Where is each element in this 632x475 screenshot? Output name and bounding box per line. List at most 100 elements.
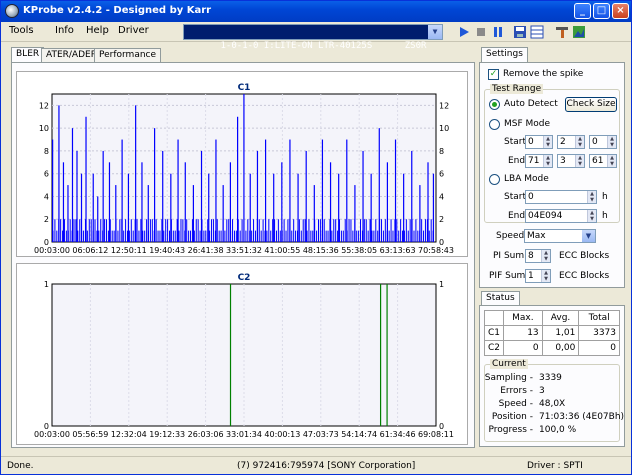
x-tick-label: 63:13:63: [380, 246, 416, 255]
current-group: Current Sampling - 3339 Errors - 3 Speed…: [484, 359, 624, 442]
pif-sum-label: PIF Sum: [489, 271, 526, 281]
y-tick-label-right: 8: [439, 147, 444, 156]
msf-start-sec-value: 2: [560, 137, 566, 147]
table-header-cell: Total: [578, 310, 620, 326]
chevron-down-icon[interactable]: ▼: [428, 25, 442, 39]
remove-spike-label: Remove the spike: [503, 69, 584, 79]
x-tick-label: 55:38:05: [341, 246, 377, 255]
lba-end-value: 04E094: [528, 211, 563, 221]
minimize-button[interactable]: _: [574, 3, 591, 19]
x-tick-label: 12:32:04: [111, 430, 147, 439]
spinner-icon[interactable]: ▲ ▼: [543, 136, 552, 148]
tab-settings[interactable]: Settings: [481, 47, 528, 62]
x-tick-label: 61:34:46: [380, 430, 416, 439]
x-tick-label: 69:08:11: [418, 430, 454, 439]
chart-title: C1: [238, 83, 251, 93]
menu-help[interactable]: Help: [86, 25, 109, 36]
settings-body: ✓ Remove the spike Test Range Auto Detec…: [479, 62, 625, 288]
pif-sum-field[interactable]: 1 ▲ ▼: [525, 269, 551, 283]
test-range-label: Test Range: [490, 84, 544, 94]
lba-mode-radio[interactable]: [489, 174, 500, 185]
check-size-button[interactable]: Check Size: [565, 97, 617, 112]
msf-end-min-field[interactable]: 71 ▲ ▼: [525, 154, 553, 168]
msf-start-label: Start: [504, 137, 526, 147]
x-tick-label: 47:03:73: [303, 430, 339, 439]
y-tick-label-right: 10: [439, 124, 449, 133]
auto-detect-radio[interactable]: [489, 99, 500, 110]
spinner-icon[interactable]: ▲ ▼: [607, 136, 616, 148]
pi-sum-value: 8: [528, 251, 534, 261]
lba-start-value: 0: [528, 192, 534, 202]
chevron-down-icon[interactable]: ▼: [582, 230, 595, 242]
pi-sum-field[interactable]: 8 ▲ ▼: [525, 249, 551, 263]
msf-start-min-field[interactable]: 0 ▲ ▼: [525, 135, 553, 149]
x-tick-label: 33:51:32: [226, 246, 262, 255]
x-tick-label: 26:03:06: [188, 430, 224, 439]
x-tick-label: 19:12:33: [149, 430, 185, 439]
msf-mode-radio[interactable]: [489, 119, 500, 130]
pause-icon[interactable]: [491, 25, 505, 39]
lba-start-unit: h: [602, 192, 608, 202]
sampling-label: Sampling -: [484, 373, 533, 383]
table-cell: 0: [503, 340, 543, 356]
speed-select[interactable]: Max ▼: [524, 229, 596, 243]
status-table: Max. Avg. Total C1 13 1,01 3373 C2 0 0,0…: [483, 310, 620, 356]
drive-select[interactable]: 1-0-1-0 I:LITE-ON LTR-40125S ZS0R ▼: [183, 24, 443, 51]
msf-start-frame-field[interactable]: 0 ▲ ▼: [589, 135, 617, 149]
menu-driver[interactable]: Driver: [118, 25, 149, 36]
position-value: 71:03:36 (4E07Bh): [539, 412, 625, 422]
msf-mode-label: MSF Mode: [504, 119, 551, 129]
c2-chart: C20 01 100:03:00 05:56:59 12:32:04 19:12:33 26…: [34, 273, 454, 439]
spinner-icon[interactable]: ▲ ▼: [543, 155, 552, 167]
spinner-icon[interactable]: ▲ ▼: [587, 191, 596, 203]
lba-start-field[interactable]: 0 ▲ ▼: [525, 190, 597, 204]
sampling-value: 3339: [539, 373, 562, 383]
menu-tools[interactable]: Tools: [9, 25, 34, 36]
tab-ater-ader[interactable]: ATER/ADER: [41, 48, 102, 62]
spinner-icon[interactable]: ▲ ▼: [575, 136, 584, 148]
x-tick-label: 54:14:74: [341, 430, 377, 439]
y-tick-label-right: 6: [439, 170, 444, 179]
remove-spike-checkbox[interactable]: ✓: [488, 69, 499, 80]
maximize-button[interactable]: □: [593, 3, 610, 19]
spinner-icon[interactable]: ▲ ▼: [607, 155, 616, 167]
tab-performance[interactable]: Performance: [94, 48, 162, 62]
pi-ecc-label: ECC Blocks: [559, 251, 610, 261]
msf-end-frame-field[interactable]: 61 ▲ ▼: [589, 154, 617, 168]
msf-end-sec-field[interactable]: 3 ▲ ▼: [557, 154, 585, 168]
msf-end-sec-value: 3: [560, 156, 566, 166]
title-bar[interactable]: KProbe v2.4.2 - Designed by Karr _ □ ×: [1, 1, 631, 22]
tab-bler[interactable]: BLER: [11, 47, 45, 62]
menu-info[interactable]: Info: [55, 25, 74, 36]
table-cell: 0,00: [541, 340, 580, 356]
msf-end-label: End: [508, 156, 526, 166]
tools-icon[interactable]: [555, 25, 569, 39]
table-header-cell: Max.: [503, 310, 543, 326]
spinner-icon[interactable]: ▲ ▼: [575, 155, 584, 167]
layout-icon[interactable]: [530, 25, 544, 39]
image-icon[interactable]: [572, 25, 586, 39]
close-button[interactable]: ×: [612, 3, 629, 19]
pif-sum-value: 1: [528, 271, 534, 281]
spinner-icon[interactable]: ▲ ▼: [541, 250, 550, 262]
menu-bar: Tools Info Help Driver 1-0-1-0 I:LITE-ON…: [1, 22, 631, 51]
msf-start-sec-field[interactable]: 2 ▲ ▼: [557, 135, 585, 149]
save-icon[interactable]: [513, 25, 527, 39]
x-tick-label: 48:15:36: [303, 246, 339, 255]
progress-label: Progress -: [488, 425, 533, 435]
y-tick-label-left: 2: [44, 215, 49, 224]
lba-end-field[interactable]: 04E094 ▲ ▼: [525, 209, 597, 223]
speed-current-label: Speed -: [498, 399, 533, 409]
lba-start-label: Start: [504, 192, 526, 202]
status-text: Done.: [7, 461, 34, 471]
speed-value: Max: [527, 231, 546, 241]
stop-icon[interactable]: [474, 25, 488, 39]
spinner-icon[interactable]: ▲ ▼: [587, 210, 596, 222]
lba-end-label: End: [508, 211, 526, 221]
table-cell: 3373: [578, 325, 620, 341]
spinner-icon[interactable]: ▲ ▼: [541, 270, 550, 282]
x-tick-label: 19:40:43: [149, 246, 185, 255]
tab-status[interactable]: Status: [481, 291, 520, 306]
y-tick-label-left: 6: [44, 170, 49, 179]
play-icon[interactable]: [457, 25, 471, 39]
